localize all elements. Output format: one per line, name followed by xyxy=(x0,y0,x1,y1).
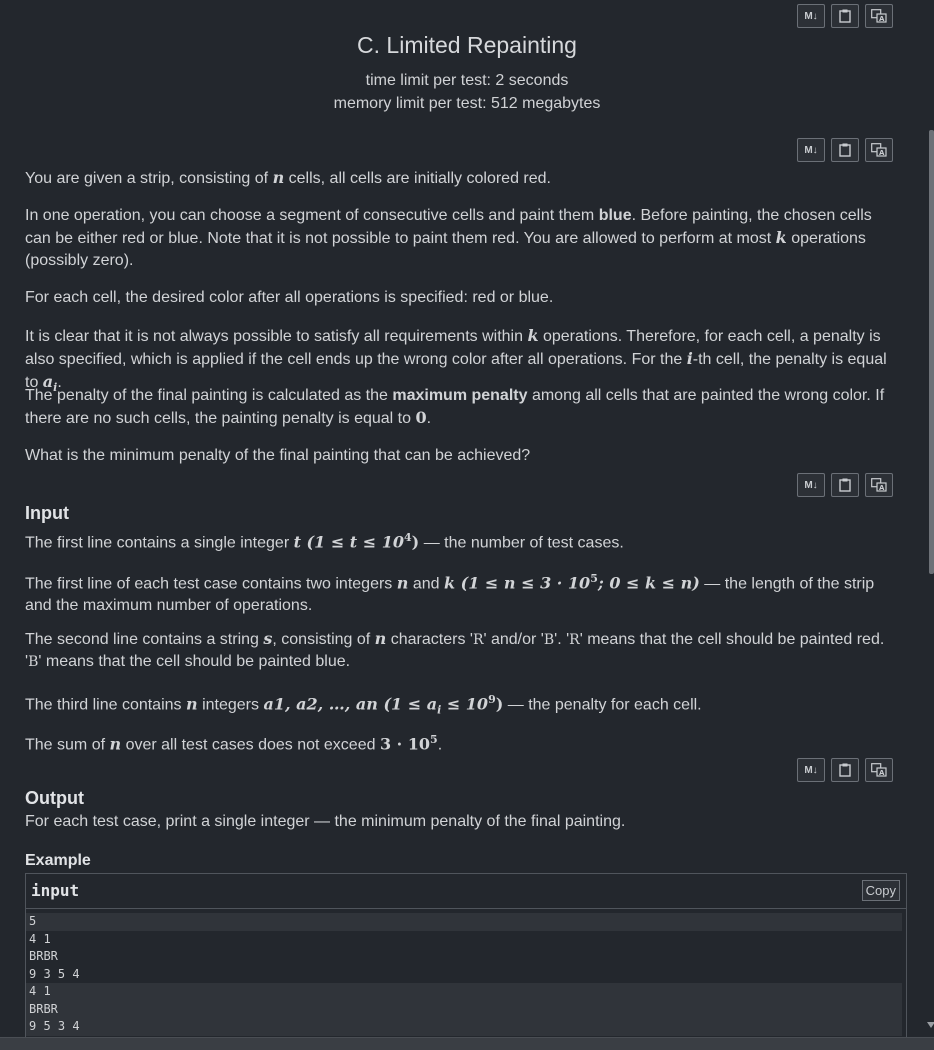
header-toolbar: M↓ A xyxy=(797,4,893,28)
problem-page: M↓ A C. Limited Repainting time limit pe… xyxy=(0,0,920,1037)
translate-icon: A xyxy=(871,478,887,492)
example-line: 4 1 xyxy=(26,983,902,1001)
translate-button[interactable]: A xyxy=(865,4,893,28)
statement-paragraph-3: For each cell, the desired color after a… xyxy=(25,289,554,306)
markdown-button[interactable]: M↓ xyxy=(797,758,825,782)
statement-paragraph-2: In one operation, you can choose a segme… xyxy=(25,207,872,269)
copy-example-button[interactable]: Copy xyxy=(861,880,900,901)
example-input-label: input xyxy=(31,881,80,900)
example-line: 4 1 xyxy=(29,931,51,946)
input-section-title: Input xyxy=(25,503,69,523)
svg-text:A: A xyxy=(879,769,885,777)
clipboard-icon xyxy=(839,478,851,492)
output-section-title: Output xyxy=(25,788,84,808)
copy-clipboard-button[interactable] xyxy=(831,473,859,497)
copy-clipboard-button[interactable] xyxy=(831,4,859,28)
example-input-header: input Copy xyxy=(26,874,906,909)
example-line: 5 xyxy=(26,913,902,931)
markdown-button[interactable]: M↓ xyxy=(797,473,825,497)
example-line: BRBR xyxy=(26,1000,902,1018)
clipboard-icon xyxy=(839,143,851,157)
statement-paragraph-6: What is the minimum penalty of the final… xyxy=(25,447,531,464)
markdown-icon: M↓ xyxy=(804,10,818,22)
markdown-icon: M↓ xyxy=(804,144,818,156)
svg-text:A: A xyxy=(879,484,885,492)
markdown-button[interactable]: M↓ xyxy=(797,138,825,162)
input-paragraph-1: The first line contains a single integer… xyxy=(25,531,624,552)
statement-toolbar: M↓ A xyxy=(797,138,893,162)
output-paragraph-1: For each test case, print a single integ… xyxy=(25,813,626,830)
translate-icon: A xyxy=(871,143,887,157)
copy-clipboard-button[interactable] xyxy=(831,758,859,782)
problem-title: C. Limited Repainting xyxy=(357,32,577,58)
vertical-scrollbar-thumb[interactable] xyxy=(929,130,934,574)
example-line: BRBR xyxy=(29,949,58,963)
copy-clipboard-button[interactable] xyxy=(831,138,859,162)
statement-paragraph-5: The penalty of the final painting is cal… xyxy=(25,387,885,427)
input-paragraph-4: The third line contains n integers a1, a… xyxy=(25,693,702,717)
horizontal-scrollbar[interactable] xyxy=(0,1037,934,1050)
scroll-down-arrow-icon[interactable] xyxy=(927,1022,934,1028)
markdown-button[interactable]: M↓ xyxy=(797,4,825,28)
time-limit: time limit per test: 2 seconds xyxy=(365,72,569,89)
clipboard-icon xyxy=(839,9,851,23)
input-paragraph-2: The first line of each test case contain… xyxy=(25,572,875,615)
example-input-content[interactable]: 5 4 1 BRBR 9 3 5 4 4 1 BRBR 9 5 3 4 xyxy=(26,909,906,1036)
translate-icon: A xyxy=(871,9,887,23)
translate-button[interactable]: A xyxy=(865,758,893,782)
statement-paragraph-1: You are given a strip, consisting of n c… xyxy=(25,168,551,187)
example-line: 9 3 5 4 xyxy=(29,966,80,981)
input-paragraph-5: The sum of n over all test cases does no… xyxy=(25,733,443,754)
memory-limit: memory limit per test: 512 megabytes xyxy=(333,95,601,112)
example-line: 9 5 3 4 xyxy=(26,1018,902,1036)
input-paragraph-3: The second line contains a string s, con… xyxy=(25,629,885,670)
markdown-icon: M↓ xyxy=(804,479,818,491)
translate-button[interactable]: A xyxy=(865,473,893,497)
markdown-icon: M↓ xyxy=(804,764,818,776)
svg-text:A: A xyxy=(879,149,885,157)
translate-button[interactable]: A xyxy=(865,138,893,162)
example-input-box: input Copy 5 4 1 BRBR 9 3 5 4 4 1 BRBR 9… xyxy=(25,873,907,1037)
output-toolbar: M↓ A xyxy=(797,758,893,782)
clipboard-icon xyxy=(839,763,851,777)
svg-text:A: A xyxy=(879,15,885,23)
example-title: Example xyxy=(25,852,91,869)
input-toolbar: M↓ A xyxy=(797,473,893,497)
translate-icon: A xyxy=(871,763,887,777)
